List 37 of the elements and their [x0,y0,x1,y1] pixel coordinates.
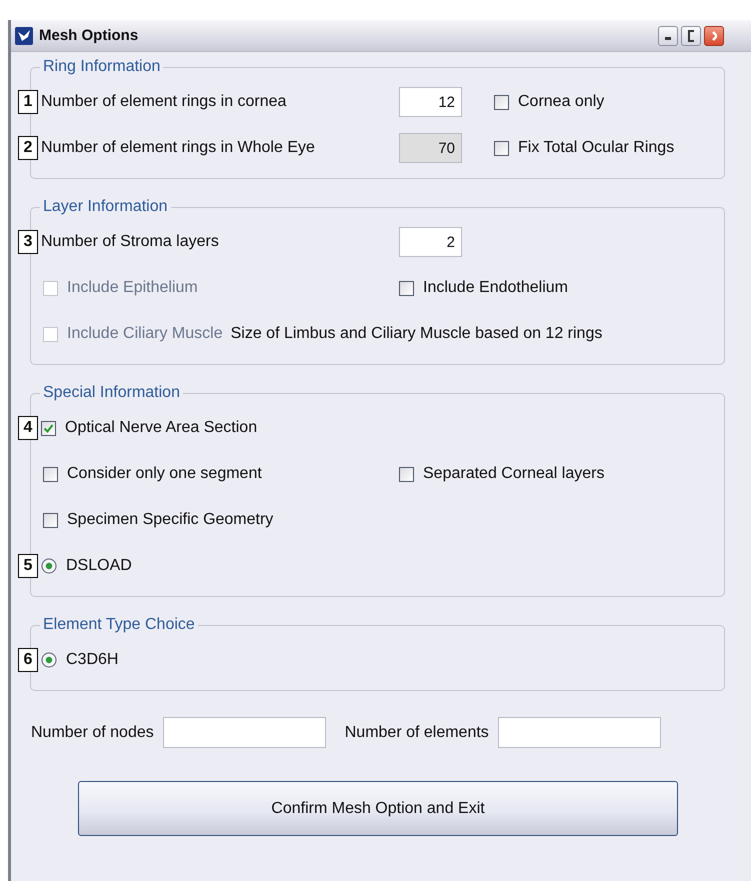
step-number: 2 [18,136,38,160]
step-number: 3 [18,230,38,254]
group-title: Ring Information [42,58,162,76]
info-text: Size of Limbus and Ciliary Muscle based on 12 rings [230,325,602,343]
step-number: 6 [18,648,38,672]
minimize-button[interactable] [658,26,678,46]
step-number: 1 [18,90,38,114]
field-label: Number of element rings in cornea [41,93,286,111]
check-icon [43,422,54,434]
field-label: Number of element rings in Whole Eye [41,139,315,157]
checkbox[interactable]: Fix Total Ocular Rings [494,139,674,157]
group-title: Element Type Choice [42,616,196,634]
app-icon [15,26,33,44]
step-number: 5 [18,554,38,578]
field-label: Number of Stroma layers [41,233,219,251]
maximize-button[interactable] [681,26,701,46]
checkbox[interactable]: Separated Corneal layers [399,465,604,483]
step-number: 4 [18,416,38,440]
group-title: Layer Information [42,198,169,216]
confirm-button[interactable]: Confirm Mesh Option and Exit [78,781,678,836]
checkbox[interactable]: Consider only one segment [43,465,262,483]
text-field[interactable] [498,717,661,748]
text-field[interactable] [162,717,326,748]
checkbox[interactable]: Include Endothelium [399,279,568,297]
radio-button[interactable]: C3D6H [41,651,118,669]
field-label: Number of elements [344,724,489,742]
close-button[interactable] [704,26,724,46]
number-field[interactable]: 2 [399,227,462,257]
checkbox[interactable]: Optical Nerve Area Section [41,419,258,437]
group-title: Special Information [42,384,181,402]
number-field[interactable]: 12 [399,87,462,117]
number-field: 70 [399,133,462,163]
checkbox[interactable]: Specimen Specific Geometry [43,511,274,529]
radio-button[interactable]: DSLOAD [41,557,132,575]
field-label: Number of nodes [31,724,154,742]
window-title: Mesh Options [39,27,140,44]
checkbox[interactable]: Cornea only [494,93,604,111]
